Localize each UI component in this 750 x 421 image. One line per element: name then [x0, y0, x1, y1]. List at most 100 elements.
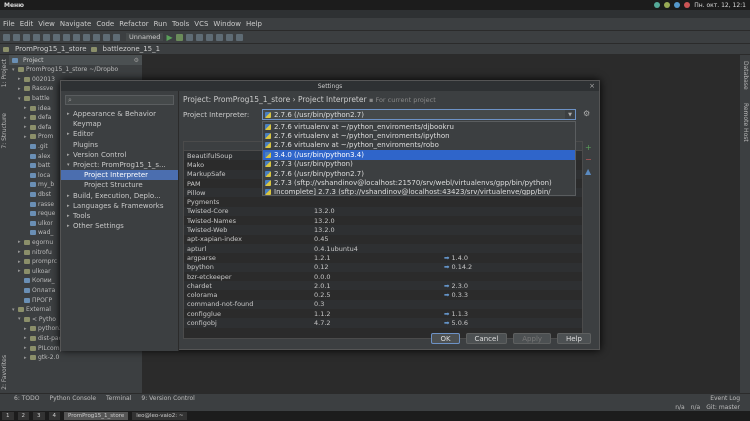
workspace-switcher[interactable]: 3: [33, 412, 45, 420]
menu-file[interactable]: File: [3, 20, 15, 28]
ok-button[interactable]: OK: [431, 333, 460, 344]
settings-nav-item[interactable]: ▾ Project: PromProg15_1_s...: [61, 160, 178, 170]
paste-icon[interactable]: [73, 33, 80, 41]
tab-remote-host[interactable]: Remote Host: [742, 103, 749, 142]
menu-vcs[interactable]: VCS: [194, 20, 208, 28]
undo-icon[interactable]: [33, 33, 40, 41]
run-icon[interactable]: ▶: [166, 33, 172, 42]
tray-icon[interactable]: [674, 2, 681, 8]
interpreter-option[interactable]: 2.7.3 (sftp://vshandinov@localhost:21570…: [263, 178, 575, 187]
table-row[interactable]: command-not-found 0.3: [184, 299, 582, 310]
settings-nav-item[interactable]: Project Structure: [61, 180, 178, 190]
table-row[interactable]: bzr-etckeeper 0.0.0: [184, 272, 582, 281]
taskbar-window[interactable]: PromProg15_1_store: [64, 412, 129, 420]
interpreter-option[interactable]: 2.7.6 virtualenv at ~/python_enviroments…: [263, 131, 575, 140]
tab-project[interactable]: 1: Project: [1, 59, 8, 87]
interpreter-option[interactable]: 2.7.6 (/usr/bin/python2.7): [263, 169, 575, 178]
table-row[interactable]: configobj 4.7.2 ➡ 5.0.6: [184, 318, 582, 328]
settings-nav-item[interactable]: Plugins: [61, 140, 178, 150]
upgrade-package-icon[interactable]: ▲: [585, 167, 592, 176]
interpreter-option[interactable]: Incomplete] 2.7.3 (sftp://vshandinov@loc…: [263, 188, 575, 195]
workspace-switcher[interactable]: 1: [2, 412, 14, 420]
chevron-down-icon[interactable]: ▼: [565, 110, 575, 119]
vcs-commit-icon[interactable]: [215, 33, 223, 41]
copy-icon[interactable]: [63, 33, 70, 41]
settings-nav-item[interactable]: Keymap: [61, 119, 178, 129]
interpreter-select[interactable]: 2.7.6 (/usr/bin/python2.7) ▼: [262, 109, 576, 120]
back-icon[interactable]: [103, 33, 110, 41]
help-icon[interactable]: [235, 33, 243, 41]
table-row[interactable]: Twisted-Core 13.2.0: [184, 206, 582, 217]
settings-nav-item[interactable]: ▸ Editor: [61, 129, 178, 139]
settings-nav-item[interactable]: ▸ Version Control: [61, 150, 178, 160]
table-row[interactable]: Twisted-Web 13.2.0: [184, 225, 582, 235]
coverage-icon[interactable]: [185, 33, 193, 41]
sync-icon[interactable]: [23, 33, 30, 41]
tab-database[interactable]: Database: [742, 61, 749, 90]
menu-navigate[interactable]: Navigate: [60, 20, 91, 28]
table-row[interactable]: configglue 1.1.2 ➡ 1.1.3: [184, 309, 582, 318]
menu-code[interactable]: Code: [96, 20, 114, 28]
tray-icon[interactable]: [684, 2, 691, 8]
project-view-select[interactable]: Project: [23, 57, 44, 64]
tab-python-console[interactable]: Python Console: [49, 395, 96, 402]
vcs-update-icon[interactable]: [205, 33, 213, 41]
tab-terminal[interactable]: Terminal: [106, 395, 131, 402]
table-row[interactable]: apt-xapian-index 0.45: [184, 235, 582, 244]
workspace-switcher[interactable]: 2: [17, 412, 29, 420]
menu-edit[interactable]: Edit: [20, 20, 34, 28]
clock[interactable]: Пн. окт. 12, 12:1: [694, 2, 746, 9]
help-button[interactable]: Help: [557, 333, 591, 344]
table-row[interactable]: chardet 2.0.1 ➡ 2.3.0: [184, 281, 582, 291]
tray-icon[interactable]: [664, 2, 671, 8]
settings-nav-item[interactable]: ▸ Languages & Frameworks: [61, 201, 178, 211]
menu-run[interactable]: Run: [154, 20, 167, 28]
settings-nav-item[interactable]: Project Interpreter: [61, 170, 178, 181]
find-icon[interactable]: [83, 33, 90, 41]
settings-nav-item[interactable]: ▸ Other Settings: [61, 221, 178, 231]
os-menu-button[interactable]: Меню: [4, 2, 24, 9]
breadcrumb-item[interactable]: battlezone_15_1: [103, 45, 161, 53]
close-icon[interactable]: ×: [589, 82, 595, 90]
table-row[interactable]: apturl 0.4.1ubuntu4: [184, 243, 582, 254]
table-row[interactable]: colorama 0.2.5 ➡ 0.3.3: [184, 290, 582, 299]
debug-icon[interactable]: [175, 33, 183, 41]
menu-view[interactable]: View: [38, 20, 55, 28]
breadcrumb-item[interactable]: PromProg15_1_store: [15, 45, 87, 53]
menu-tools[interactable]: Tools: [172, 20, 189, 28]
git-branch[interactable]: Git: master: [706, 404, 740, 411]
tree-root[interactable]: ▾ PromProg15_1_store ~/Dropbo: [9, 65, 142, 75]
tree-item[interactable]: ▸ gtk-2.0: [9, 353, 142, 363]
settings-nav-item[interactable]: ▸ Tools: [61, 211, 178, 221]
table-row[interactable]: Pygments: [184, 197, 582, 206]
apply-button[interactable]: Apply: [513, 333, 552, 344]
tab-version-control[interactable]: 9: Version Control: [141, 395, 194, 402]
cut-icon[interactable]: [53, 33, 60, 41]
table-row[interactable]: bpython 0.12 ➡ 0.14.2: [184, 262, 582, 272]
open-icon[interactable]: [3, 33, 10, 41]
remove-package-icon[interactable]: −: [585, 155, 592, 164]
add-package-icon[interactable]: +: [585, 143, 592, 152]
menu-help[interactable]: Help: [246, 20, 262, 28]
workspace-switcher[interactable]: 4: [48, 412, 60, 420]
tab-todo[interactable]: 6: TODO: [14, 395, 39, 402]
event-log-button[interactable]: Event Log: [710, 395, 740, 402]
settings-search-input[interactable]: ⌕: [65, 95, 174, 105]
save-icon[interactable]: [13, 33, 20, 41]
tab-favorites[interactable]: 2: Favorites: [1, 355, 8, 390]
panel-settings-icon[interactable]: ⚙: [134, 57, 139, 64]
forward-icon[interactable]: [113, 33, 120, 41]
cancel-button[interactable]: Cancel: [465, 333, 508, 344]
menu-window[interactable]: Window: [213, 20, 241, 28]
replace-icon[interactable]: [93, 33, 100, 41]
settings-icon[interactable]: [225, 33, 233, 41]
settings-nav-item[interactable]: ▸ Appearance & Behavior: [61, 109, 178, 119]
settings-nav-item[interactable]: ▸ Build, Execution, Deplo...: [61, 191, 178, 201]
interpreter-option[interactable]: 2.7.6 virtualenv at ~/python_enviroments…: [263, 141, 575, 150]
tab-structure[interactable]: 7: Structure: [1, 113, 8, 149]
stop-icon[interactable]: [195, 33, 203, 41]
interpreter-option[interactable]: 3.4.0 (/usr/bin/python3.4): [263, 150, 575, 160]
taskbar-window[interactable]: leo@leo-vaio2: ~: [132, 412, 188, 420]
interpreter-option[interactable]: 2.7.6 virtualenv at ~/python_enviroments…: [263, 122, 575, 131]
menu-refactor[interactable]: Refactor: [119, 20, 148, 28]
